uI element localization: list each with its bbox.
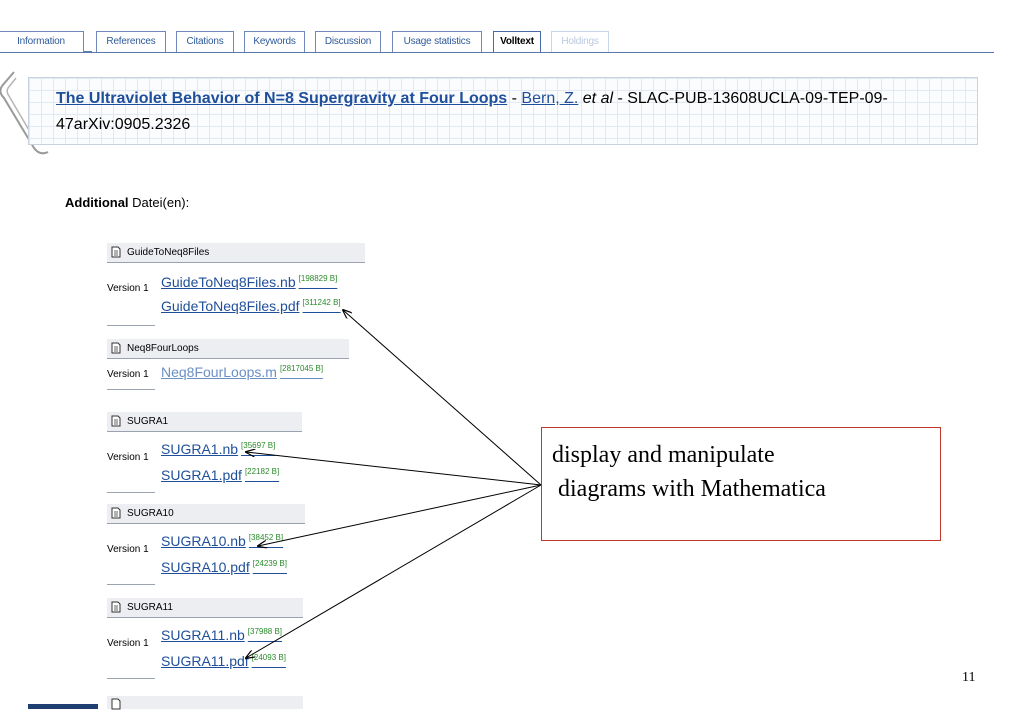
- tab-references[interactable]: References: [96, 31, 166, 52]
- file-group-guidetoneq8files: GuideToNeq8Files Version 1 GuideToNeq8Fi…: [107, 243, 365, 326]
- record-title-link[interactable]: The Ultraviolet Behavior of N=8 Supergra…: [56, 90, 507, 107]
- file-group-header: SUGRA11: [107, 598, 303, 618]
- tab-discussion[interactable]: Discussion: [315, 31, 381, 52]
- file-size: [24093 B]: [251, 653, 286, 663]
- file-link-guidetoneq8files-pdf[interactable]: GuideToNeq8Files.pdf [311242 B]: [161, 298, 341, 314]
- file-name: SUGRA11.nb: [161, 627, 245, 643]
- file-version-row: Version 1 Neq8FourLoops.m [2817045 B]: [107, 359, 349, 390]
- tab-information[interactable]: Information: [0, 31, 84, 52]
- page-number: 11: [962, 670, 976, 685]
- additional-bold: Additional: [65, 195, 129, 210]
- file-group-sugra10: SUGRA10 Version 1 SUGRA10.nb [38452 B] SU…: [107, 504, 305, 585]
- record-citation: The Ultraviolet Behavior of N=8 Supergra…: [56, 86, 936, 138]
- file-size: [37988 B]: [247, 627, 283, 637]
- file-link-sugra1-nb[interactable]: SUGRA1.nb [35697 B]: [161, 441, 275, 457]
- arrow-to-guide-pdf: [343, 310, 542, 486]
- file-name: SUGRA11.pdf: [161, 653, 249, 669]
- file-group-sugra1: SUGRA1 Version 1 SUGRA1.nb [35697 B] SUGR…: [107, 412, 302, 493]
- file-version-row: Version 1 SUGRA1.nb [35697 B] SUGRA1.pdf[…: [107, 432, 302, 493]
- document-icon: [111, 246, 121, 258]
- tab-keywords[interactable]: Keywords: [244, 31, 305, 52]
- file-group-name: GuideToNeq8Files: [127, 247, 210, 258]
- file-name: Neq8FourLoops.m: [161, 364, 277, 380]
- version-divider: [107, 678, 155, 679]
- additional-files-heading: Additional Datei(en):: [65, 195, 189, 210]
- file-name: SUGRA10.pdf: [161, 559, 250, 575]
- version-divider: [107, 584, 155, 585]
- author-link[interactable]: Bern, Z.: [521, 90, 578, 107]
- file-size: [35697 B]: [241, 441, 276, 451]
- file-size: [38452 B]: [248, 533, 284, 543]
- file-link-guidetoneq8files-nb[interactable]: GuideToNeq8Files.nb [198829 B]: [161, 274, 337, 290]
- file-group-name: SUGRA10: [127, 508, 174, 519]
- version-divider: [107, 389, 155, 390]
- file-name: GuideToNeq8Files.pdf: [161, 298, 300, 314]
- file-size: [24239 B]: [252, 559, 287, 569]
- record-separator: -: [507, 90, 522, 107]
- file-group-header: Neq8FourLoops: [107, 339, 349, 359]
- file-group-header: SUGRA10: [107, 504, 305, 524]
- version-label: Version 1: [107, 283, 149, 294]
- document-icon: [111, 415, 121, 427]
- file-size: [22182 B]: [244, 467, 280, 477]
- version-label: Version 1: [107, 638, 149, 649]
- file-link-sugra10-nb[interactable]: SUGRA10.nb [38452 B]: [161, 533, 283, 549]
- file-group-name: Neq8FourLoops: [127, 343, 199, 354]
- bottom-bar: [28, 704, 98, 709]
- file-link-sugra11-pdf[interactable]: SUGRA11.pdf [24093 B]: [161, 653, 286, 669]
- annotation-line-2: diagrams with Mathematica: [552, 476, 826, 502]
- file-size: [2817045 B]: [279, 364, 324, 374]
- file-group-header-partial: [107, 696, 303, 710]
- tab-usage-statistics[interactable]: Usage statistics: [392, 31, 482, 52]
- file-version-row: Version 1 GuideToNeq8Files.nb [198829 B] …: [107, 263, 365, 326]
- file-link-sugra10-pdf[interactable]: SUGRA10.pdf [24239 B]: [161, 559, 287, 575]
- version-label: Version 1: [107, 369, 149, 380]
- file-group-header: GuideToNeq8Files: [107, 243, 365, 263]
- file-name: GuideToNeq8Files.nb: [161, 274, 296, 290]
- file-group-name: SUGRA1: [127, 416, 169, 427]
- file-link-neq8fourloops-m[interactable]: Neq8FourLoops.m [2817045 B]: [161, 364, 323, 380]
- document-icon: [111, 601, 121, 613]
- version-label: Version 1: [107, 544, 149, 555]
- annotation-box: display and manipulate diagrams with Mat…: [541, 427, 941, 541]
- annotation-line-1: display and manipulate: [552, 442, 775, 468]
- file-group-sugra11: SUGRA11 Version 1 SUGRA11.nb [37988 B] SU…: [107, 598, 303, 679]
- tab-baseline: [0, 52, 994, 53]
- file-link-sugra11-nb[interactable]: SUGRA11.nb [37988 B]: [161, 627, 282, 643]
- tab-citations[interactable]: Citations: [176, 31, 234, 52]
- file-name: SUGRA10.nb: [161, 533, 246, 549]
- tab-bar: Information References Citations Keyword…: [0, 0, 1024, 56]
- file-version-row: Version 1 SUGRA11.nb [37988 B] SUGRA11.pd…: [107, 618, 303, 679]
- file-group-header: SUGRA1: [107, 412, 302, 432]
- document-icon: [111, 342, 121, 354]
- file-name: SUGRA1.nb: [161, 441, 239, 457]
- file-group-neq8fourloops: Neq8FourLoops Version 1 Neq8FourLoops.m[…: [107, 339, 349, 390]
- version-divider: [107, 325, 155, 326]
- document-icon: [111, 507, 121, 519]
- version-divider: [107, 492, 155, 493]
- file-size: [311242 B]: [302, 298, 341, 308]
- et-al: et al: [578, 90, 614, 107]
- file-name: SUGRA1.pdf: [161, 467, 242, 483]
- file-group-name: SUGRA11: [127, 602, 173, 613]
- version-label: Version 1: [107, 452, 149, 463]
- tab-volltext[interactable]: Volltext: [493, 31, 541, 53]
- file-link-sugra1-pdf[interactable]: SUGRA1.pdf [22182 B]: [161, 467, 279, 483]
- additional-rest: Datei(en):: [128, 195, 190, 210]
- document-icon: [111, 698, 121, 710]
- tab-holdings: Holdings: [551, 31, 609, 52]
- file-size: [198829 B]: [298, 274, 338, 284]
- file-version-row: Version 1 SUGRA10.nb [38452 B] SUGRA10.pd…: [107, 524, 305, 585]
